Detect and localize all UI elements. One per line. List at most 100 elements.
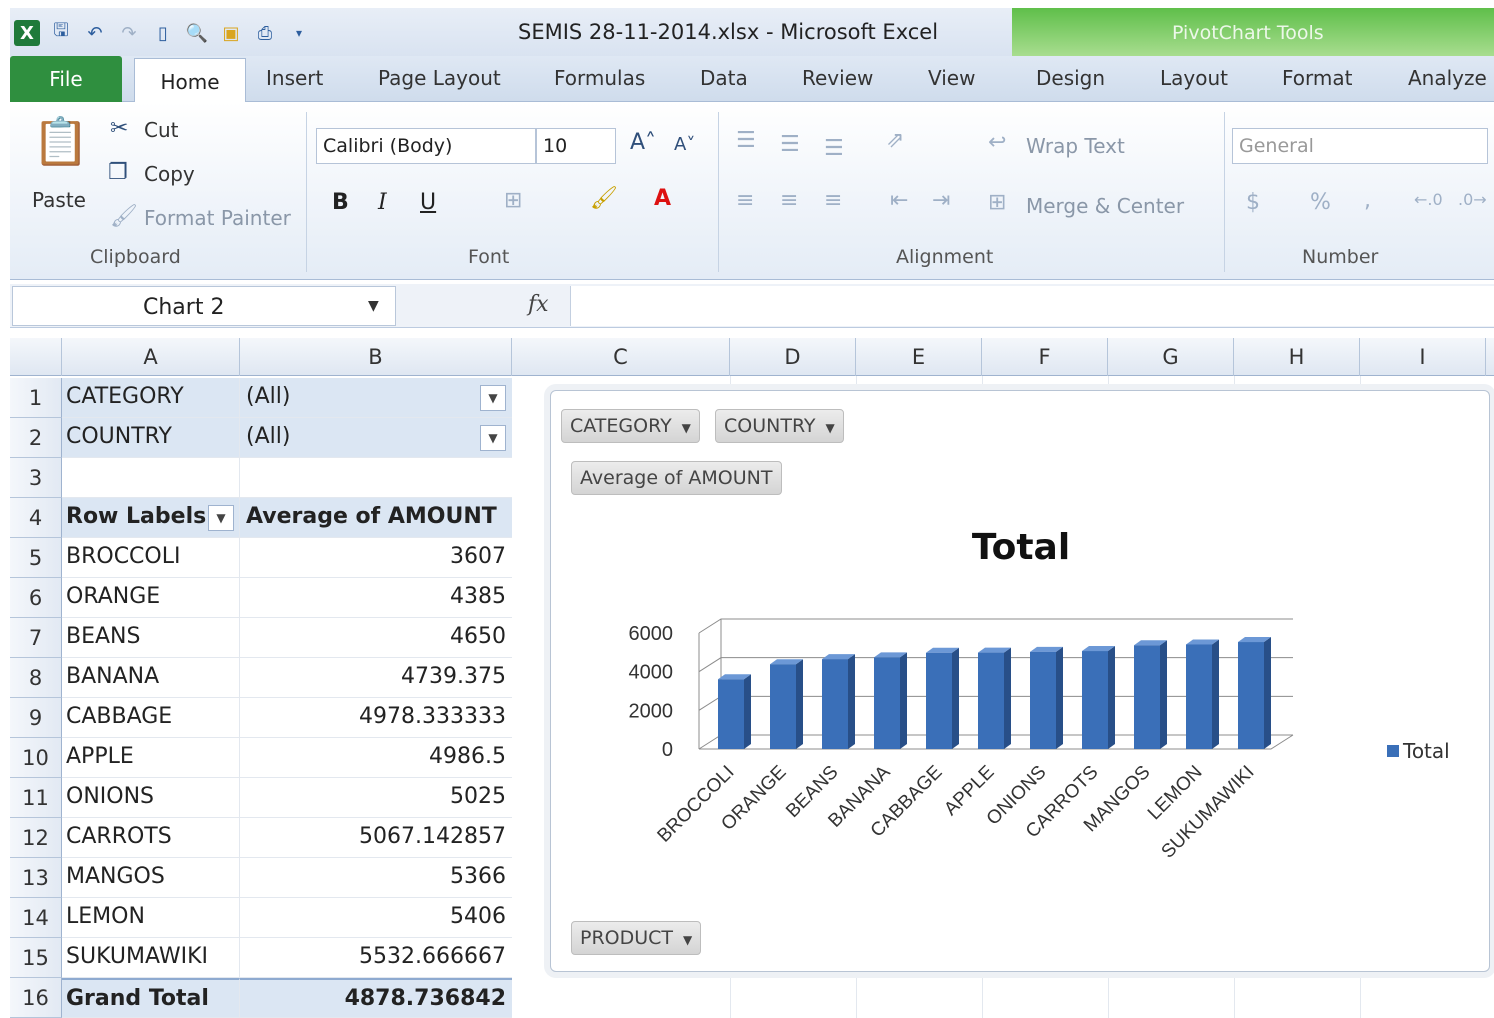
tab-design[interactable]: Design xyxy=(1036,66,1105,90)
align-top-icon[interactable]: ☰ xyxy=(736,128,756,153)
column-header-h[interactable]: H xyxy=(1234,338,1360,376)
decrease-decimal-icon[interactable]: .0→ xyxy=(1458,190,1487,209)
filter-value-category[interactable]: (All) xyxy=(240,378,512,418)
pivot-row-value[interactable]: 4739.375 xyxy=(240,658,512,698)
row-labels-sort-filter-icon[interactable]: ▼ xyxy=(208,505,234,531)
pivot-row-value[interactable]: 4385 xyxy=(240,578,512,618)
pivot-row-label[interactable]: APPLE xyxy=(62,738,240,778)
row-header[interactable]: 7 xyxy=(10,618,62,658)
format-painter-button[interactable]: Format Painter xyxy=(144,206,291,230)
pivot-row-value[interactable]: 4986.5 xyxy=(240,738,512,778)
column-header-d[interactable]: D xyxy=(730,338,856,376)
tab-layout[interactable]: Layout xyxy=(1160,66,1228,90)
country-filter-dropdown-icon[interactable]: ▼ xyxy=(480,425,506,451)
pivot-row-value[interactable]: 5025 xyxy=(240,778,512,818)
tab-insert[interactable]: Insert xyxy=(266,66,323,90)
merge-center-button[interactable]: Merge & Center xyxy=(1026,194,1184,218)
tab-review[interactable]: Review xyxy=(802,66,873,90)
excel-app-icon[interactable]: X xyxy=(14,20,40,46)
pivot-row-value[interactable]: 5366 xyxy=(240,858,512,898)
column-header-e[interactable]: E xyxy=(856,338,982,376)
tab-formulas[interactable]: Formulas xyxy=(554,66,645,90)
cell[interactable] xyxy=(240,458,512,498)
open-folder-icon[interactable]: ▣ xyxy=(218,20,244,46)
currency-button[interactable]: $ xyxy=(1246,190,1260,215)
grand-total-value[interactable]: 4878.736842 xyxy=(240,978,512,1018)
row-header[interactable]: 16 xyxy=(10,978,62,1018)
row-header[interactable]: 10 xyxy=(10,738,62,778)
row-header[interactable]: 2 xyxy=(10,418,62,458)
wrap-text-button[interactable]: Wrap Text xyxy=(1026,134,1125,158)
bold-button[interactable]: B xyxy=(332,190,349,215)
percent-button[interactable]: % xyxy=(1310,190,1331,215)
customize-toolbar-icon[interactable]: ▾ xyxy=(286,20,312,46)
format-painter-icon[interactable]: 🖌 xyxy=(110,204,138,229)
row-header[interactable]: 12 xyxy=(10,818,62,858)
pivot-row-label[interactable]: CARROTS xyxy=(62,818,240,858)
tab-view[interactable]: View xyxy=(928,66,975,90)
print-icon[interactable]: ⎙ xyxy=(252,20,278,46)
column-header-g[interactable]: G xyxy=(1108,338,1234,376)
comma-button[interactable]: , xyxy=(1364,188,1371,213)
font-color-icon[interactable]: A xyxy=(654,186,671,211)
pivot-chart[interactable]: CATEGORY ▼ COUNTRY ▼ Average of AMOUNT Tot… xyxy=(550,390,1490,972)
merge-center-icon[interactable]: ⊞ xyxy=(988,190,1006,215)
pivot-row-value[interactable]: 5067.142857 xyxy=(240,818,512,858)
increase-decimal-icon[interactable]: ←.0 xyxy=(1414,190,1443,209)
italic-button[interactable]: I xyxy=(378,190,387,215)
tab-file[interactable]: File xyxy=(10,56,122,102)
chart-legend[interactable]: Total xyxy=(1387,739,1450,763)
align-bottom-icon[interactable]: ☰ xyxy=(824,136,844,161)
pivot-row-label[interactable]: SUKUMAWIKI xyxy=(62,938,240,978)
pivot-row-label[interactable]: BEANS xyxy=(62,618,240,658)
copy-button[interactable]: Copy xyxy=(144,162,195,186)
row-header[interactable]: 3 xyxy=(10,458,62,498)
grow-font-icon[interactable]: A˄ xyxy=(630,130,656,155)
align-right-icon[interactable]: ≡ xyxy=(824,188,842,213)
shrink-font-icon[interactable]: A˅ xyxy=(674,134,695,155)
pivot-row-value[interactable]: 3607 xyxy=(240,538,512,578)
tab-analyze[interactable]: Analyze xyxy=(1408,66,1487,90)
redo-icon[interactable]: ↷ xyxy=(116,20,142,46)
filter-label-country[interactable]: COUNTRY xyxy=(62,418,240,458)
new-document-icon[interactable]: ▯ xyxy=(150,20,176,46)
align-left-icon[interactable]: ≡ xyxy=(736,188,754,213)
row-header[interactable]: 1 xyxy=(10,378,62,418)
wrap-text-icon[interactable]: ↩ xyxy=(988,130,1006,155)
print-preview-icon[interactable]: 🔍 xyxy=(184,20,210,46)
name-box[interactable]: Chart 2 xyxy=(12,286,396,326)
pivot-row-label[interactable]: ORANGE xyxy=(62,578,240,618)
borders-icon[interactable]: ⊞ xyxy=(504,188,522,213)
pivot-row-label[interactable]: BROCCOLI xyxy=(62,538,240,578)
tab-home[interactable]: Home xyxy=(134,58,246,104)
paste-icon[interactable]: 📋 xyxy=(32,114,89,169)
chart-axis-product-button[interactable]: PRODUCT ▼ xyxy=(571,921,702,955)
cell[interactable] xyxy=(62,458,240,498)
select-all-corner[interactable] xyxy=(10,338,62,376)
category-filter-dropdown-icon[interactable]: ▼ xyxy=(480,385,506,411)
grand-total-label[interactable]: Grand Total xyxy=(62,978,240,1018)
font-name-combo[interactable]: Calibri (Body) xyxy=(316,128,536,164)
column-header-c[interactable]: C xyxy=(512,338,730,376)
underline-button[interactable]: U xyxy=(420,190,436,215)
align-center-icon[interactable]: ≡ xyxy=(780,188,798,213)
fill-color-icon[interactable]: 🖌 xyxy=(590,186,618,211)
column-header-b[interactable]: B xyxy=(240,338,512,376)
row-header[interactable]: 14 xyxy=(10,898,62,938)
row-header[interactable]: 8 xyxy=(10,658,62,698)
column-header-a[interactable]: A xyxy=(62,338,240,376)
filter-label-category[interactable]: CATEGORY xyxy=(62,378,240,418)
row-header[interactable]: 11 xyxy=(10,778,62,818)
row-header[interactable]: 13 xyxy=(10,858,62,898)
row-header[interactable]: 15 xyxy=(10,938,62,978)
pivot-row-label[interactable]: ONIONS xyxy=(62,778,240,818)
paste-button[interactable]: Paste xyxy=(32,188,86,212)
pivot-row-label[interactable]: BANANA xyxy=(62,658,240,698)
decrease-indent-icon[interactable]: ⇤ xyxy=(890,188,908,213)
pivot-row-value[interactable]: 5532.666667 xyxy=(240,938,512,978)
pivot-values-header[interactable]: Average of AMOUNT xyxy=(240,498,512,538)
formula-input[interactable] xyxy=(570,286,1494,326)
cut-icon[interactable]: ✂ xyxy=(110,116,128,141)
row-header[interactable]: 6 xyxy=(10,578,62,618)
align-middle-icon[interactable]: ☰ xyxy=(780,132,800,157)
